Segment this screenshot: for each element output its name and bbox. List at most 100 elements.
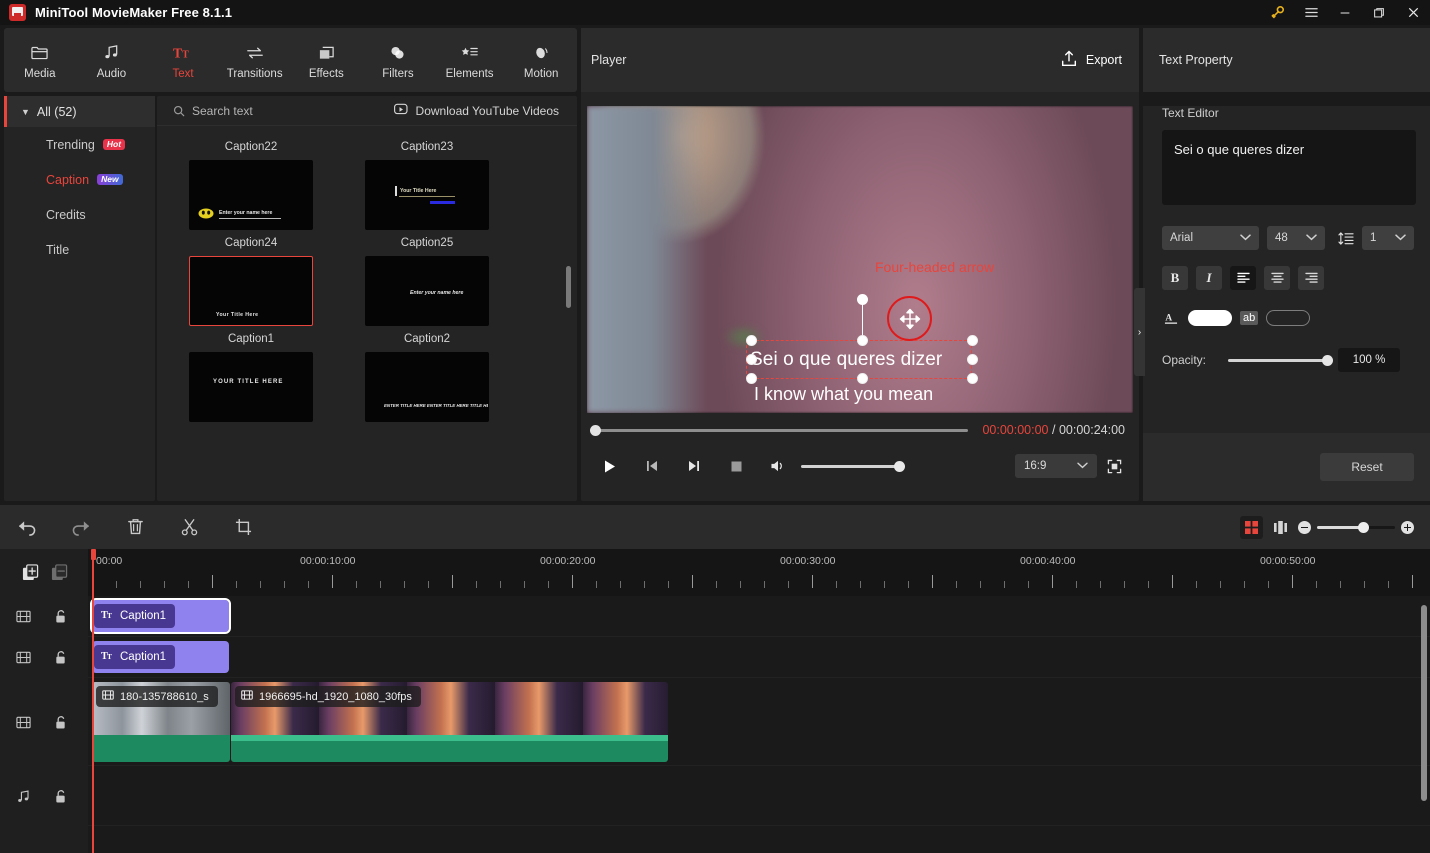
font-size-select[interactable]: 48 xyxy=(1267,226,1325,250)
timeline-vertical-scrollbar[interactable] xyxy=(1421,605,1427,801)
align-center-button[interactable] xyxy=(1264,266,1290,290)
remove-track-icon[interactable] xyxy=(51,564,68,581)
playhead[interactable] xyxy=(91,549,96,853)
timeline-clip-video-2[interactable]: 1966695-hd_1920_1080_30fps xyxy=(231,682,668,762)
collapse-panel-chevron-right-icon[interactable]: › xyxy=(1134,288,1145,376)
download-youtube-button[interactable]: Download YouTube Videos xyxy=(393,103,559,118)
thumbnail-caption22[interactable]: Enter your name here xyxy=(189,160,313,230)
player-panel: Player Export Four-headed arrow Sei o qu… xyxy=(581,28,1139,501)
track-row-text-2[interactable]: TT Caption1 xyxy=(88,637,1430,678)
search-box[interactable] xyxy=(173,103,353,118)
resize-handle-bc[interactable] xyxy=(857,373,868,384)
thumbnail-caption25[interactable]: Enter your name here xyxy=(365,256,489,326)
key-icon[interactable] xyxy=(1260,0,1294,25)
resize-handle-tr[interactable] xyxy=(967,335,978,346)
ruler-tick xyxy=(860,581,861,588)
zoom-minus-icon[interactable] xyxy=(1298,520,1311,534)
resize-handle-ml[interactable] xyxy=(746,354,757,365)
export-button[interactable]: Export xyxy=(1061,50,1122,70)
opacity-knob[interactable] xyxy=(1322,354,1333,366)
text-color-swatch[interactable] xyxy=(1188,310,1232,326)
seek-knob[interactable] xyxy=(590,424,601,436)
sidebar-item-title[interactable]: Title xyxy=(4,232,155,267)
tab-text[interactable]: TT Text xyxy=(152,41,214,79)
unlock-icon[interactable] xyxy=(54,715,67,730)
bold-button[interactable]: B xyxy=(1162,266,1188,290)
redo-button[interactable] xyxy=(54,505,108,549)
thumbnail-caption1[interactable]: YOUR TITLE HERE xyxy=(189,352,313,422)
opacity-label: Opacity: xyxy=(1162,353,1207,367)
search-input[interactable] xyxy=(192,103,342,118)
delete-button[interactable] xyxy=(108,505,162,549)
timeline-ruler[interactable]: 00:00 00:00:10:00 00:00:20:00 00:00:30:0… xyxy=(88,549,1430,596)
unlock-icon[interactable] xyxy=(54,789,67,804)
align-frames-button[interactable] xyxy=(1269,516,1292,539)
seek-slider[interactable] xyxy=(590,424,969,436)
opacity-slider[interactable] xyxy=(1228,354,1333,366)
split-scissors-button[interactable] xyxy=(162,505,216,549)
timeline-clip-caption1-track1[interactable]: TT Caption1 xyxy=(90,598,231,634)
tab-transitions[interactable]: Transitions xyxy=(224,41,286,80)
unlock-icon[interactable] xyxy=(54,650,67,665)
minimize-button[interactable] xyxy=(1328,0,1362,25)
browser-scrollbar[interactable] xyxy=(566,266,571,308)
play-button[interactable] xyxy=(589,449,631,483)
split-view-button[interactable] xyxy=(1240,515,1263,539)
line-spacing-select[interactable]: 1 xyxy=(1362,226,1414,250)
outline-color-swatch[interactable] xyxy=(1266,310,1311,326)
close-button[interactable] xyxy=(1396,0,1430,25)
preview-stage[interactable]: Four-headed arrow Sei o que queres dizer… xyxy=(587,106,1133,413)
sidebar-item-credits[interactable]: Credits xyxy=(4,197,155,232)
resize-handle-tl[interactable] xyxy=(746,335,757,346)
timeline-clip-video-1[interactable]: 180-135788610_s xyxy=(92,682,230,762)
unlock-icon[interactable] xyxy=(54,609,67,624)
track-row-video[interactable]: 180-135788610_s 1966695-hd_1920_1080_30f… xyxy=(88,678,1430,766)
thumbnail-caption24[interactable]: Your Title Here xyxy=(189,256,313,326)
opacity-value[interactable]: 100 % xyxy=(1338,348,1400,372)
category-all[interactable]: ▼ All (52) xyxy=(4,96,155,127)
resize-handle-tc[interactable] xyxy=(857,335,868,346)
volume-slider[interactable] xyxy=(801,460,905,472)
add-track-icon[interactable] xyxy=(22,564,39,581)
next-frame-button[interactable] xyxy=(673,449,715,483)
sidebar-item-trending[interactable]: Trending Hot xyxy=(4,127,155,162)
text-editor-input[interactable] xyxy=(1162,130,1416,205)
tab-filters[interactable]: Filters xyxy=(367,41,429,80)
resize-handle-mr[interactable] xyxy=(967,354,978,365)
reset-button[interactable]: Reset xyxy=(1320,453,1414,481)
timeline-clip-caption1-track2[interactable]: TT Caption1 xyxy=(92,641,229,673)
tab-audio[interactable]: Audio xyxy=(80,41,142,80)
resize-handle-br[interactable] xyxy=(967,373,978,384)
zoom-plus-icon[interactable] xyxy=(1401,520,1414,534)
track-row-audio[interactable] xyxy=(88,766,1430,826)
italic-button[interactable]: I xyxy=(1196,266,1222,290)
thumbnail-caption23[interactable]: Your Title Here xyxy=(365,160,489,230)
tab-elements[interactable]: Elements xyxy=(439,41,501,80)
volume-icon[interactable] xyxy=(757,449,799,483)
zoom-slider[interactable] xyxy=(1317,521,1395,533)
text-color-icon: A xyxy=(1162,311,1180,325)
zoom-knob[interactable] xyxy=(1358,521,1369,533)
fullscreen-button[interactable] xyxy=(1097,451,1131,481)
font-family-select[interactable]: Arial xyxy=(1162,226,1259,250)
aspect-ratio-select[interactable]: 16:9 xyxy=(1015,454,1097,478)
resize-handle-bl[interactable] xyxy=(746,373,757,384)
stop-button[interactable] xyxy=(715,449,757,483)
thumbnail-cell: Caption24 Your Title Here xyxy=(189,230,313,326)
tab-motion[interactable]: Motion xyxy=(510,41,572,80)
ruler-tick xyxy=(1124,581,1125,588)
maximize-button[interactable] xyxy=(1362,0,1396,25)
undo-button[interactable] xyxy=(0,505,54,549)
sidebar-item-caption[interactable]: Caption New xyxy=(4,162,155,197)
tab-effects[interactable]: Effects xyxy=(295,41,357,80)
rotate-handle[interactable] xyxy=(857,294,868,305)
align-left-button[interactable] xyxy=(1230,266,1256,290)
crop-button[interactable] xyxy=(216,505,270,549)
volume-knob[interactable] xyxy=(894,460,905,472)
align-right-button[interactable] xyxy=(1298,266,1324,290)
track-row-text-1[interactable]: TT Caption1 xyxy=(88,596,1430,637)
tab-media[interactable]: Media xyxy=(9,41,71,80)
previous-frame-button[interactable] xyxy=(631,449,673,483)
thumbnail-caption2[interactable]: ENTER TITLE HERE ENTER TITLE HERE TITLE … xyxy=(365,352,489,422)
hamburger-menu-icon[interactable] xyxy=(1294,0,1328,25)
